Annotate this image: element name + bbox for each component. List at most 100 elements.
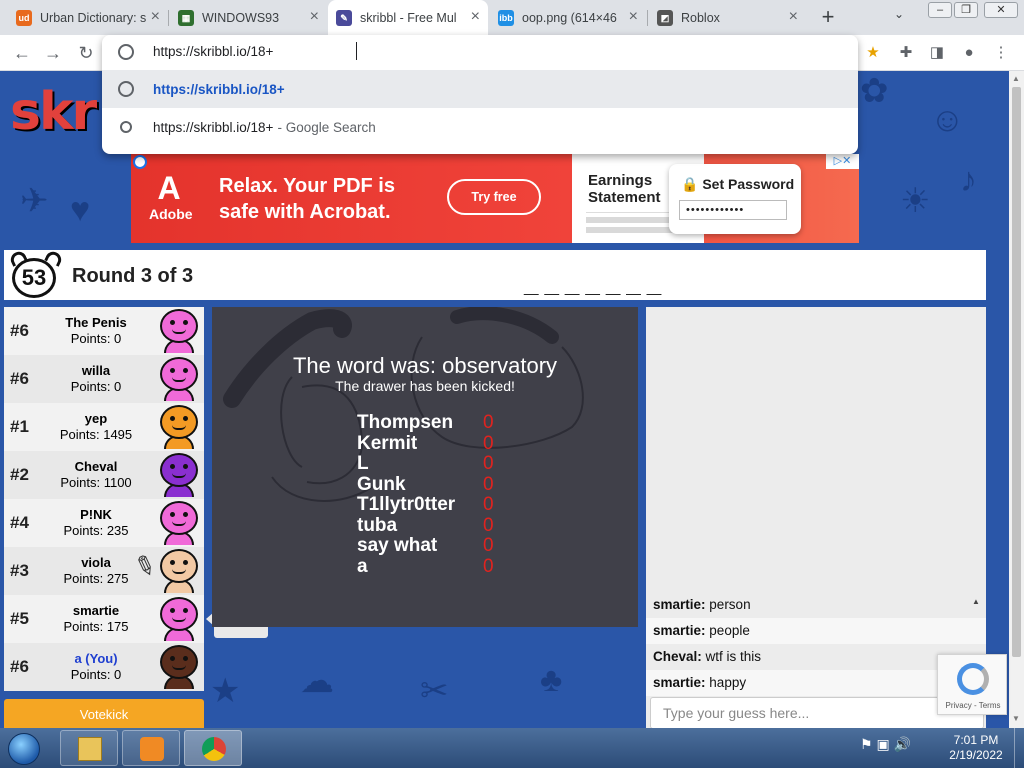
doodle-icon: ✂ — [420, 672, 449, 710]
player-rank: #3 — [10, 561, 29, 580]
player-row[interactable]: #6 The Penis Points: 0 — [4, 307, 204, 355]
guess-input[interactable] — [650, 697, 984, 729]
reload-icon[interactable]: ↻ — [74, 41, 98, 65]
minimize-icon[interactable]: – — [928, 2, 952, 18]
show-desktop-button[interactable] — [1014, 728, 1024, 768]
player-avatar — [158, 405, 200, 449]
page-scrollbar[interactable]: ▲ ▼ — [1009, 71, 1024, 728]
recaptcha-badge[interactable]: Privacy - Terms — [937, 654, 1007, 715]
suggestion-url[interactable]: https://skribbl.io/18+ — [102, 70, 858, 108]
result-name: Gunk — [357, 473, 406, 495]
chat-text: people — [709, 623, 750, 638]
start-button[interactable] — [4, 730, 44, 768]
chat-user: Cheval: — [653, 649, 702, 664]
new-tab-button[interactable]: + — [816, 5, 840, 29]
close-tab-icon[interactable]: × — [629, 9, 638, 25]
address-text[interactable]: https://skribbl.io/18+ — [153, 44, 273, 59]
bookmark-star-icon[interactable]: ★ — [862, 42, 884, 64]
player-row[interactable]: #1 yep Points: 1495 — [4, 403, 204, 451]
round-timer: 53 — [12, 258, 56, 298]
chat-panel: smartie: person smartie: people Cheval: wt… — [646, 307, 986, 729]
result-score: 0 — [483, 453, 494, 474]
alarm-clock-icon: 53 — [8, 249, 64, 298]
close-tab-icon[interactable]: × — [789, 9, 798, 25]
window-close-icon[interactable]: ✕ — [984, 2, 1018, 18]
player-row[interactable]: #3 viola Points: 275 ✎ — [4, 547, 204, 595]
player-points: Points: 0 — [70, 667, 122, 682]
chat-user: smartie: — [653, 623, 706, 638]
chrome-icon — [202, 737, 226, 761]
chat-scroll-up-icon[interactable]: ▲ — [972, 597, 980, 606]
try-free-button[interactable]: Try free — [447, 179, 541, 215]
taskbar-media-player[interactable] — [122, 730, 180, 766]
doodle-icon: ☺ — [930, 101, 965, 139]
player-name: a (You) — [74, 651, 118, 666]
kebab-menu-icon[interactable]: ⋮ — [990, 42, 1012, 64]
player-row[interactable]: #6 a (You) Points: 0 — [4, 643, 204, 691]
result-row: Kermit 0 — [357, 433, 494, 455]
recaptcha-terms[interactable]: Privacy - Terms — [938, 701, 1008, 710]
player-row[interactable]: #5 smartie Points: 175 — [4, 595, 204, 643]
result-row: Thompsen 0 — [357, 413, 494, 434]
forward-arrow-icon[interactable]: → — [41, 41, 65, 65]
chevron-down-icon[interactable]: ⌄ — [894, 7, 904, 21]
clock-time: 7:01 PM — [953, 733, 999, 747]
tab-urban-dictionary[interactable]: ud Urban Dictionary: s × — [8, 0, 168, 35]
ad-brand: Adobe — [149, 206, 193, 222]
kicked-message: The drawer has been kicked! — [335, 378, 515, 394]
player-row[interactable]: #2 Cheval Points: 1100 — [4, 451, 204, 499]
player-avatar — [158, 549, 200, 593]
player-info: P!NK Points: 235 — [40, 507, 152, 539]
close-tab-icon[interactable]: × — [471, 9, 480, 25]
taskbar-clock[interactable]: 7:01 PM 2/19/2022 — [940, 733, 1012, 763]
system-tray[interactable]: ⚑ ▣ 🔊 — [860, 736, 911, 753]
chat-message: smartie: people — [646, 618, 986, 644]
tab-imgbb[interactable]: ibb oop.png (614×46 × — [490, 0, 646, 35]
result-row: say what 0 — [357, 536, 494, 557]
doodle-icon: ♪ — [960, 161, 977, 199]
taskbar-chrome[interactable] — [184, 730, 242, 766]
player-row[interactable]: #4 P!NK Points: 235 — [4, 499, 204, 547]
player-avatar — [158, 453, 200, 497]
result-name: L — [357, 453, 369, 474]
ad-password-card: 🔒 Set Password •••••••••••• — [669, 164, 801, 234]
taskbar-explorer[interactable] — [60, 730, 118, 766]
extensions-puzzle-icon[interactable]: ✚ — [895, 42, 917, 64]
close-tab-icon[interactable]: × — [151, 9, 160, 25]
scrollbar-thumb[interactable] — [1012, 87, 1021, 657]
doodle-icon: ♣ — [540, 661, 563, 699]
restore-icon[interactable]: ❐ — [954, 2, 978, 18]
result-row: T1llytr0tter 0 — [357, 495, 494, 516]
side-panel-icon[interactable]: ◨ — [926, 42, 948, 64]
game-header: 53 Round 3 of 3 _______ — [4, 249, 986, 300]
result-score: 0 — [483, 473, 494, 495]
votekick-button[interactable]: Votekick — [4, 699, 204, 728]
tab-roblox[interactable]: ◩ Roblox × — [649, 0, 806, 35]
chat-text: wtf is this — [705, 649, 762, 664]
close-tab-icon[interactable]: × — [310, 9, 319, 25]
drawing-canvas[interactable]: The word was: observatory The drawer has… — [212, 307, 638, 627]
adobe-logo: A Adobe — [149, 170, 193, 222]
adobe-ad-banner[interactable]: A Adobe Relax. Your PDF is safe with Acr… — [131, 154, 859, 243]
player-rank: #4 — [10, 513, 29, 532]
tab-windows93[interactable]: ▦ WINDOWS93 × — [170, 0, 327, 35]
address-bar[interactable]: https://skribbl.io/18+ — [102, 35, 858, 69]
suggestion-suffix: - Google Search — [277, 119, 376, 135]
result-row: Gunk 0 — [357, 473, 494, 496]
ad-info-close-icon[interactable]: ▷✕ — [826, 154, 859, 169]
player-points: Points: 1100 — [60, 475, 132, 490]
ad-password-title: 🔒 Set Password — [681, 176, 795, 192]
doodle-icon: ☀ — [900, 182, 931, 220]
tab-skribbl[interactable]: ✎ skribbl - Free Mul × — [328, 0, 488, 35]
chat-log: smartie: person smartie: people Cheval: wt… — [646, 592, 986, 696]
profile-avatar-icon[interactable]: ● — [958, 42, 980, 64]
adchoices-icon[interactable] — [133, 155, 147, 169]
back-arrow-icon[interactable]: ← — [10, 41, 34, 65]
player-row[interactable]: #6 willa Points: 0 — [4, 355, 204, 403]
result-score: 0 — [483, 535, 494, 556]
scroll-down-icon[interactable]: ▼ — [1012, 714, 1020, 723]
tab-separator — [647, 10, 648, 26]
player-name: willa — [81, 363, 111, 378]
scroll-up-icon[interactable]: ▲ — [1012, 74, 1020, 83]
suggestion-search[interactable]: https://skribbl.io/18+ - Google Search — [102, 108, 858, 146]
